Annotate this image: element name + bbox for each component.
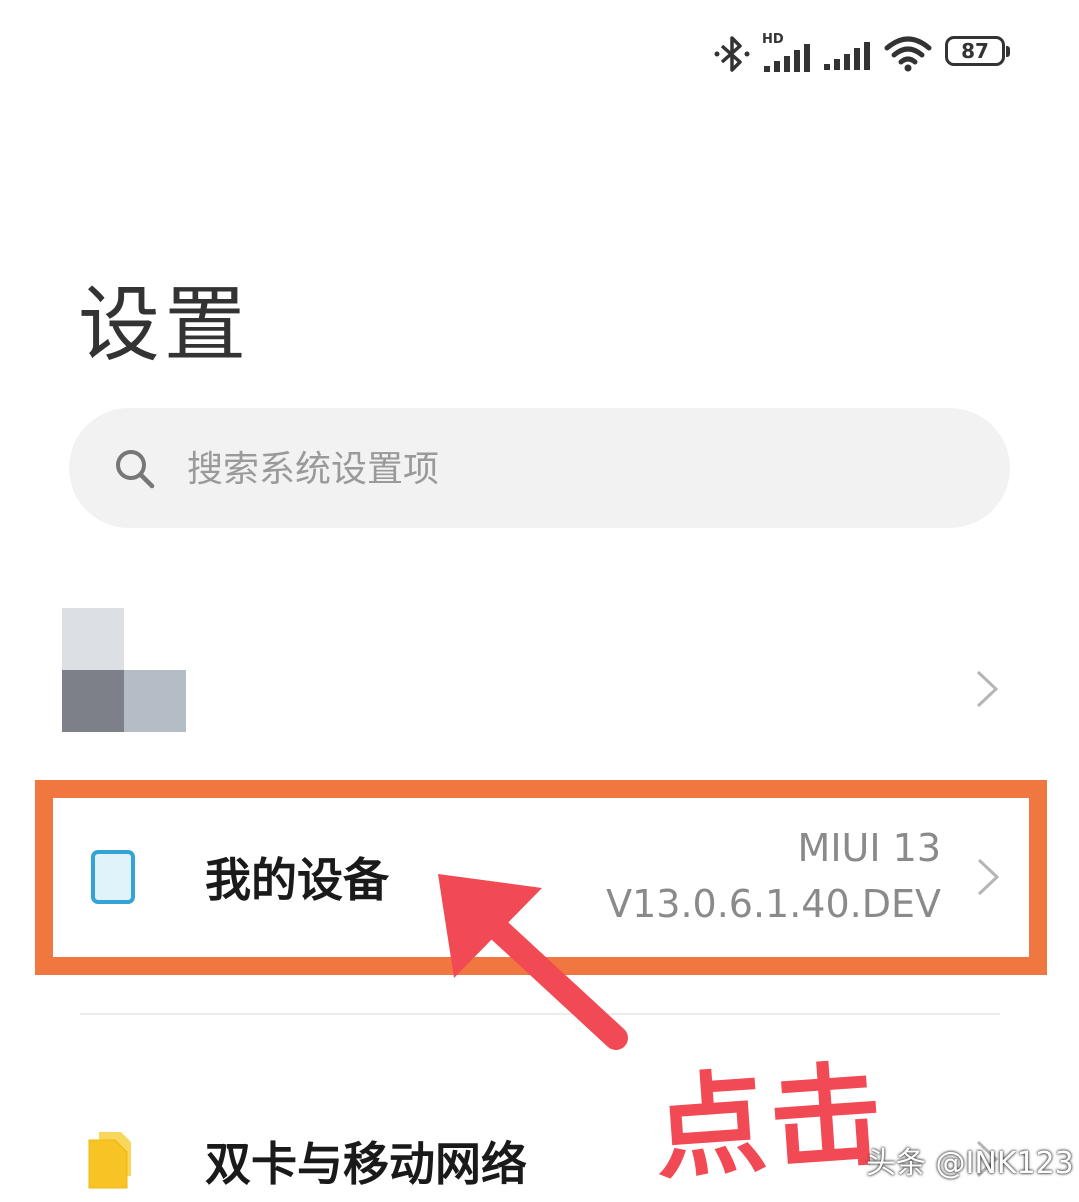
battery-level: 87: [961, 39, 989, 63]
my-device-label: 我的设备: [205, 853, 389, 907]
chevron-right-icon: [976, 670, 999, 708]
os-name: MIUI 13: [797, 826, 941, 870]
bluetooth-icon: [714, 36, 750, 72]
click-annotation-label: 点击: [649, 1049, 891, 1196]
phone-icon: [91, 850, 135, 904]
watermark: 头条 @INK123: [866, 1146, 1074, 1181]
avatar: [62, 608, 186, 732]
battery-icon: 87: [945, 36, 1010, 66]
annotation-arrow-icon: [438, 874, 628, 1050]
wifi-icon: [884, 36, 932, 72]
page-title: 设置: [78, 278, 251, 373]
account-row[interactable]: [40, 590, 1040, 750]
search-input[interactable]: [185, 436, 949, 502]
status-bar: HD 87: [0, 0, 1079, 100]
sim-card-icon: [88, 1132, 131, 1189]
signal-hd-icon: HD: [762, 32, 814, 72]
signal-icon: [824, 42, 870, 70]
chevron-right-icon: [977, 858, 1000, 896]
search-icon: [116, 450, 155, 489]
search-bar[interactable]: [69, 408, 1010, 528]
dual-sim-label: 双卡与移动网络: [205, 1137, 527, 1191]
os-version: V13.0.6.1.40.DEV: [606, 882, 941, 926]
